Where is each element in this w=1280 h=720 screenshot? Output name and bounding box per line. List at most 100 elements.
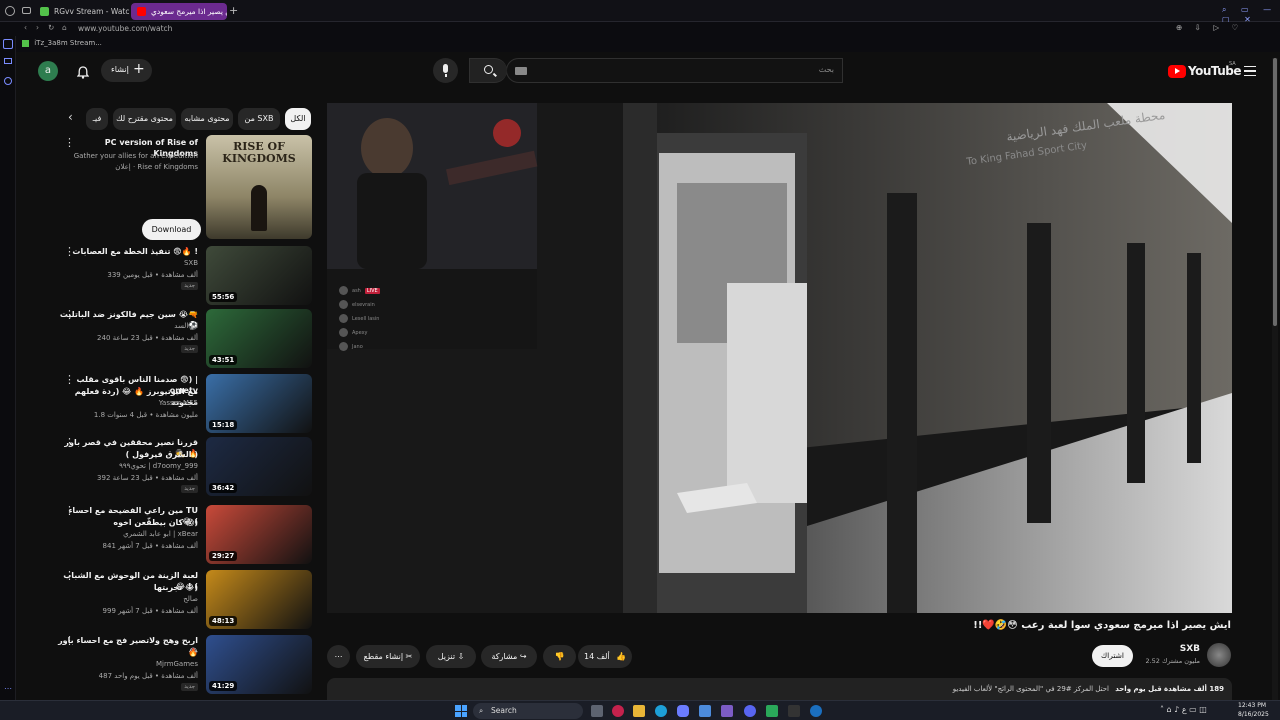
video-channel[interactable]: ابو عابد الشمري | xBear <box>58 529 198 540</box>
download-button[interactable]: تنزيل ⇩ <box>426 645 476 668</box>
video-title-line2[interactable]: كان بيطقّعن اخوه 😱) <box>58 517 198 528</box>
chip-from-sxb[interactable]: من SXB <box>238 108 280 130</box>
youtube-menu-icon[interactable] <box>1244 66 1256 76</box>
chip-recommended[interactable]: محتوى مقترح لك <box>113 108 176 130</box>
video-title-line2[interactable]: ( السرق فيرفول ) <box>58 449 198 460</box>
video-more-icon[interactable]: ⋮ <box>64 635 75 646</box>
task-view-icon[interactable] <box>591 705 603 717</box>
tab-rgvv-stream[interactable]: RGvv Stream - Watch Live <box>34 3 130 20</box>
windows-taskbar: ⌕ Search ˄ ⌂ ♪ ع ▭ ◫ 12:43 PM 8/16/2025 <box>0 700 1280 720</box>
ad-more-icon[interactable]: ⋮ <box>64 137 75 148</box>
search-button[interactable] <box>469 58 507 83</box>
reload-icon[interactable]: ↻ <box>48 23 54 32</box>
chat-message: elsevrain <box>339 300 459 314</box>
search-icon <box>484 65 493 74</box>
video-views-date: 339 ألف مشاهدة • قبل يومين <box>107 271 198 279</box>
youtube-favicon-icon <box>137 7 146 16</box>
video-channel[interactable]: SXB <box>58 258 198 269</box>
bookmark-item[interactable]: iTz_3a8m Stream... <box>22 39 102 47</box>
thumbs-up-icon: 👍 <box>616 652 626 661</box>
video-more-icon[interactable]: ⋮ <box>64 570 75 581</box>
edge-app-icon[interactable] <box>655 705 667 717</box>
file-explorer-icon[interactable] <box>633 705 645 717</box>
chip-all[interactable]: الكل <box>285 108 311 130</box>
discord-app-icon[interactable] <box>744 705 756 717</box>
create-button[interactable]: إنشاء + <box>101 59 152 82</box>
video-channel[interactable]: Yasser M55 <box>58 398 198 409</box>
video-views-date: 1.8 مليون مشاهدة • قبل 4 سنوات <box>93 411 198 419</box>
sidebar-more-icon[interactable]: ⋯ <box>4 684 12 693</box>
video-more-icon[interactable]: ⋮ <box>64 374 75 385</box>
copilot-app-icon[interactable] <box>677 705 689 717</box>
taskbar-search-input[interactable]: ⌕ Search <box>473 703 583 719</box>
capcut-app-icon[interactable] <box>788 705 800 717</box>
notifications-bell-icon[interactable] <box>76 64 90 79</box>
tab-youtube-video[interactable]: ايش يصير اذا ميرمج سعودي <box>131 3 227 20</box>
subscribe-button[interactable]: اشتراك <box>1092 645 1133 667</box>
video-channel[interactable]: صالح <box>58 594 198 605</box>
home-icon[interactable]: ⌂ <box>62 23 67 32</box>
video-thumbnail[interactable]: 55:56 <box>206 246 312 305</box>
ad-download-button[interactable]: Download <box>142 219 201 240</box>
opera-app-icon[interactable] <box>612 705 624 717</box>
video-thumbnail[interactable]: 15:18 <box>206 374 312 433</box>
video-player[interactable]: محطة ملعب الملك فهد الرياضية To King Fah… <box>327 103 1232 613</box>
new-badge: جديد <box>181 345 198 353</box>
chips-scroll-chevron-icon[interactable]: ‹ <box>68 110 73 124</box>
share-button[interactable]: مشاركة ↪ <box>481 645 537 668</box>
avatar[interactable]: a <box>38 61 58 81</box>
voice-search-button[interactable] <box>433 58 458 83</box>
video-thumbnail[interactable]: 48:13 <box>206 570 312 629</box>
forward-icon[interactable]: › <box>36 23 39 32</box>
browser-tab-bar: RGvv Stream - Watch Live ايش يصير اذا مي… <box>0 0 1280 24</box>
description-box[interactable]: 189 ألف مشاهدة قبل يوم واحد احتل المركز … <box>327 678 1232 700</box>
video-title-link[interactable]: تنفيذ الخطة مع العصابات 😨🔥 ! <box>58 246 198 257</box>
start-button-icon[interactable] <box>455 705 467 717</box>
video-duration: 43:51 <box>209 355 238 365</box>
like-button[interactable]: 👍 14 ألف <box>578 645 632 668</box>
chip-more[interactable]: فيـ <box>86 108 108 130</box>
clip-button[interactable]: إنشاء مقطع ✂ <box>356 645 420 668</box>
video-channel[interactable]: ابو السد <box>58 321 198 332</box>
clock-time[interactable]: 12:43 PM <box>1238 702 1266 709</box>
video-channel[interactable]: تحوي٩٩٩ | d7oomy_999 <box>58 461 198 472</box>
search-input[interactable]: بحث <box>506 58 843 83</box>
clock-date[interactable]: 8/16/2025 <box>1238 711 1269 718</box>
keyboard-icon[interactable] <box>515 67 527 75</box>
video-title-line2[interactable]: 🔥 <box>58 647 198 658</box>
video-thumbnail[interactable]: 41:29 <box>206 635 312 694</box>
sidebar-home-icon[interactable] <box>3 39 13 49</box>
channel-avatar[interactable] <box>1207 643 1231 667</box>
browser-menu-icon[interactable] <box>5 6 15 16</box>
steam-app-icon[interactable] <box>810 705 822 717</box>
video-views-date: 392 ألف مشاهدة • قبل 23 ساعة <box>97 474 198 482</box>
video-channel[interactable]: MjrmGames <box>58 659 198 670</box>
channel-name[interactable]: SXB <box>1150 644 1200 654</box>
video-more-icon[interactable]: ⋮ <box>64 437 75 448</box>
chat-username: Apexy <box>352 330 368 336</box>
url-field[interactable]: www.youtube.com/watch <box>78 24 172 33</box>
video-thumbnail[interactable]: 43:51 <box>206 309 312 368</box>
tab-overview-icon[interactable] <box>22 7 31 14</box>
more-actions-button[interactable]: ⋯ <box>327 645 350 668</box>
sidebar-settings-icon[interactable] <box>4 77 12 85</box>
teams-app-icon[interactable] <box>721 705 733 717</box>
back-icon[interactable]: ‹ <box>24 23 27 32</box>
store-app-icon[interactable] <box>699 705 711 717</box>
new-tab-button[interactable]: + <box>229 4 238 17</box>
video-more-icon[interactable]: ⋮ <box>64 505 75 516</box>
video-more-icon[interactable]: ⋮ <box>64 309 75 320</box>
youtube-play-icon <box>1168 65 1186 78</box>
obs-app-icon[interactable] <box>766 705 778 717</box>
microphone-icon <box>443 64 448 73</box>
sidebar-mail-icon[interactable] <box>4 58 12 64</box>
video-more-icon[interactable]: ⋮ <box>64 246 75 257</box>
dislike-button[interactable]: 👎 <box>543 645 576 668</box>
video-thumbnail[interactable]: 36:42 <box>206 437 312 496</box>
video-title-line2[interactable]: تجربتها 😂) <box>58 582 198 593</box>
video-thumbnail[interactable]: 29:27 <box>206 505 312 564</box>
ad-thumbnail[interactable]: RISE OF KINGDOMS <box>206 135 312 239</box>
chip-related[interactable]: محتوى مشابه <box>181 108 233 130</box>
youtube-logo[interactable]: YouTube SA <box>1168 61 1242 80</box>
page-scrollbar[interactable] <box>1272 58 1278 700</box>
